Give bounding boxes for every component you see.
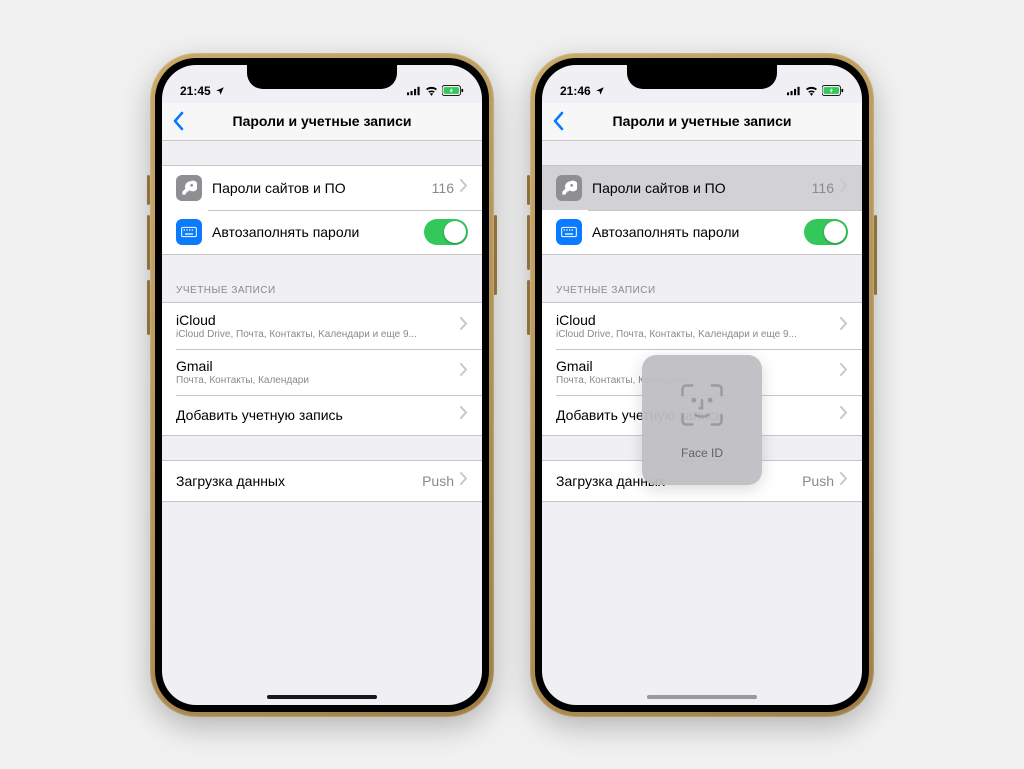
account-icloud-row[interactable]: iCloud iCloud Drive, Почта, Контакты, Kа… xyxy=(162,303,482,349)
phone-left: 21:45 Пароли и учетные xyxy=(162,65,482,705)
row-label: Автозаполнять пароли xyxy=(592,224,804,240)
row-label: iCloud xyxy=(176,312,460,328)
row-value: 116 xyxy=(432,180,454,196)
row-label: Gmail xyxy=(176,358,460,374)
add-account-row[interactable]: Добавить учетную запись xyxy=(162,395,482,435)
battery-charging-icon xyxy=(442,85,464,96)
side-button[interactable] xyxy=(874,215,877,295)
keyboard-icon xyxy=(556,219,582,245)
chevron-right-icon xyxy=(840,406,848,424)
key-icon xyxy=(556,175,582,201)
back-button[interactable] xyxy=(172,111,184,131)
cellular-signal-icon xyxy=(407,86,421,96)
fetch-new-data-row[interactable]: Загрузка данных Push xyxy=(162,461,482,501)
row-label: iCloud xyxy=(556,312,840,328)
row-value: 116 xyxy=(812,180,834,196)
phone-right: 21:46 Пароли и учетные xyxy=(542,65,862,705)
chevron-right-icon xyxy=(840,179,848,197)
row-label: Загрузка данных xyxy=(176,473,422,489)
home-indicator[interactable] xyxy=(647,695,757,699)
autofill-toggle[interactable] xyxy=(804,219,848,245)
row-label: Автозаполнять пароли xyxy=(212,224,424,240)
website-app-passwords-row[interactable]: Пароли сайтов и ПО 116 xyxy=(542,166,862,210)
accounts-section-header: УЧЕТНЫЕ ЗАПИСИ xyxy=(162,279,482,302)
row-sublabel: iCloud Drive, Почта, Контакты, Kалендари… xyxy=(556,329,840,340)
key-icon xyxy=(176,175,202,201)
notch xyxy=(247,65,397,89)
battery-charging-icon xyxy=(822,85,844,96)
keyboard-icon xyxy=(176,219,202,245)
row-label: Добавить учетную запись xyxy=(176,407,460,423)
location-icon xyxy=(595,86,605,96)
wifi-icon xyxy=(425,86,438,96)
row-value: Push xyxy=(422,473,454,489)
account-icloud-row[interactable]: iCloud iCloud Drive, Почта, Контакты, Kа… xyxy=(542,303,862,349)
autofill-passwords-row[interactable]: Автозаполнять пароли xyxy=(162,210,482,254)
screen: 21:46 Пароли и учетные xyxy=(542,65,862,705)
status-time: 21:45 xyxy=(180,84,211,98)
chevron-right-icon xyxy=(840,472,848,490)
navbar: Пароли и учетные записи xyxy=(162,103,482,141)
accounts-section-header: УЧЕТНЫЕ ЗАПИСИ xyxy=(542,279,862,302)
chevron-right-icon xyxy=(840,317,848,335)
navbar: Пароли и учетные записи xyxy=(542,103,862,141)
chevron-right-icon xyxy=(460,363,468,381)
autofill-toggle[interactable] xyxy=(424,219,468,245)
screen: 21:45 Пароли и учетные xyxy=(162,65,482,705)
autofill-passwords-row[interactable]: Автозаполнять пароли xyxy=(542,210,862,254)
notch xyxy=(627,65,777,89)
row-value: Push xyxy=(802,473,834,489)
chevron-right-icon xyxy=(460,179,468,197)
back-button[interactable] xyxy=(552,111,564,131)
row-sublabel: Почта, Контакты, Календари xyxy=(176,375,460,386)
face-id-label: Face ID xyxy=(681,446,723,460)
wifi-icon xyxy=(805,86,818,96)
home-indicator[interactable] xyxy=(267,695,377,699)
account-gmail-row[interactable]: Gmail Почта, Контакты, Календари xyxy=(162,349,482,395)
chevron-right-icon xyxy=(460,472,468,490)
chevron-right-icon xyxy=(460,406,468,424)
side-button[interactable] xyxy=(494,215,497,295)
website-app-passwords-row[interactable]: Пароли сайтов и ПО 116 xyxy=(162,166,482,210)
status-time: 21:46 xyxy=(560,84,591,98)
location-icon xyxy=(215,86,225,96)
navbar-title: Пароли и учетные записи xyxy=(613,113,792,129)
row-sublabel: iCloud Drive, Почта, Контакты, Kалендари… xyxy=(176,329,460,340)
cellular-signal-icon xyxy=(787,86,801,96)
row-label: Пароли сайтов и ПО xyxy=(212,180,432,196)
chevron-right-icon xyxy=(840,363,848,381)
face-id-icon xyxy=(676,379,728,436)
settings-content: Пароли сайтов и ПО 116 Автозаполнять пар… xyxy=(162,141,482,705)
row-label: Пароли сайтов и ПО xyxy=(592,180,812,196)
face-id-prompt: Face ID xyxy=(642,355,762,485)
navbar-title: Пароли и учетные записи xyxy=(233,113,412,129)
chevron-right-icon xyxy=(460,317,468,335)
